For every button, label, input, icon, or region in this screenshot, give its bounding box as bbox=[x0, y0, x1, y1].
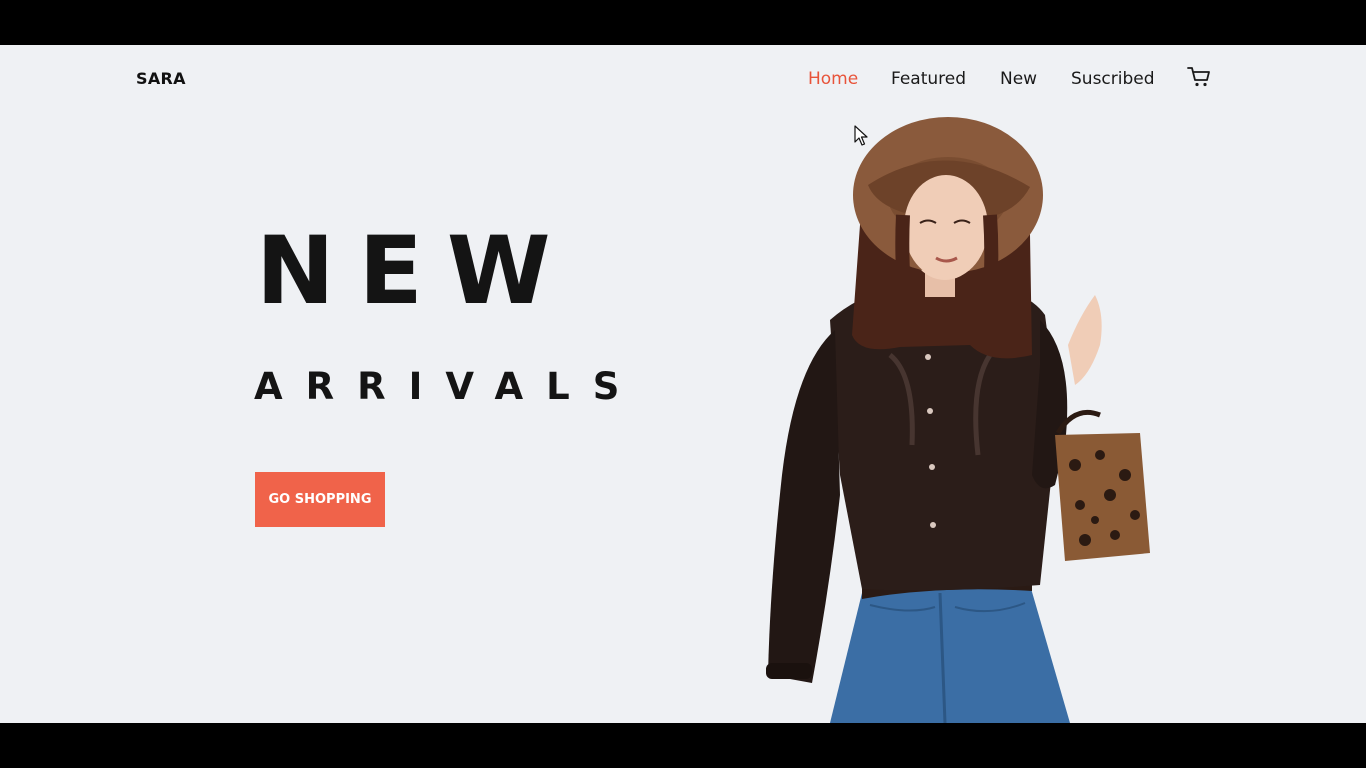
nav-item-home[interactable]: Home bbox=[808, 69, 858, 89]
nav-item-suscribed[interactable]: Suscribed bbox=[1071, 69, 1155, 89]
cart-icon[interactable] bbox=[1186, 65, 1212, 89]
landing-page: SARA Home Featured New Suscribed NEW ARR… bbox=[0, 45, 1366, 723]
nav-item-featured[interactable]: Featured bbox=[891, 69, 966, 89]
mouse-pointer-icon bbox=[854, 125, 868, 146]
hero-title: NEW bbox=[256, 217, 575, 326]
go-shopping-button[interactable]: GO SHOPPING bbox=[255, 472, 385, 527]
nav-item-new[interactable]: New bbox=[1000, 69, 1037, 89]
hero-subtitle: ARRIVALS bbox=[254, 365, 643, 408]
model-image bbox=[766, 117, 1150, 723]
main-nav: Home Featured New Suscribed bbox=[0, 69, 1366, 93]
